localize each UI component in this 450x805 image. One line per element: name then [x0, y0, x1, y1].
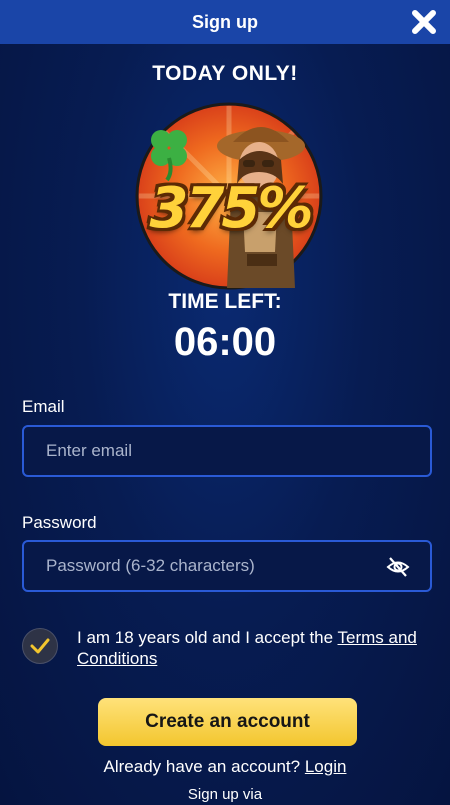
close-icon	[412, 10, 436, 34]
time-left-label: TIME LEFT:	[168, 290, 282, 313]
close-button[interactable]	[406, 4, 442, 40]
login-link[interactable]: Login	[305, 757, 347, 776]
terms-text: I am 18 years old and I accept the Terms…	[77, 627, 432, 669]
terms-prefix: I am 18 years old and I accept the	[77, 628, 338, 647]
password-field[interactable]	[24, 542, 430, 590]
password-label: Password	[22, 513, 97, 532]
email-label: Email	[22, 397, 65, 416]
bonus-percentage: 375%	[149, 176, 313, 241]
signup-via-label: Sign up via	[187, 786, 263, 803]
checkmark-icon	[30, 638, 50, 654]
email-field-wrapper	[22, 425, 432, 477]
login-prompt: Already have an account? Login	[0, 757, 450, 777]
create-account-button[interactable]: Create an account	[98, 698, 357, 746]
email-field[interactable]	[24, 427, 430, 475]
modal-title: Sign up	[192, 11, 258, 32]
countdown-timer: 06:00	[173, 320, 277, 364]
login-prefix: Already have an account?	[103, 757, 305, 776]
password-field-wrapper	[22, 540, 432, 592]
modal-header: Sign up	[0, 0, 450, 44]
eye-off-icon	[386, 557, 410, 577]
terms-checkbox[interactable]	[22, 628, 58, 664]
promo-title: TODAY ONLY!	[152, 62, 298, 85]
password-visibility-toggle[interactable]	[386, 555, 410, 579]
